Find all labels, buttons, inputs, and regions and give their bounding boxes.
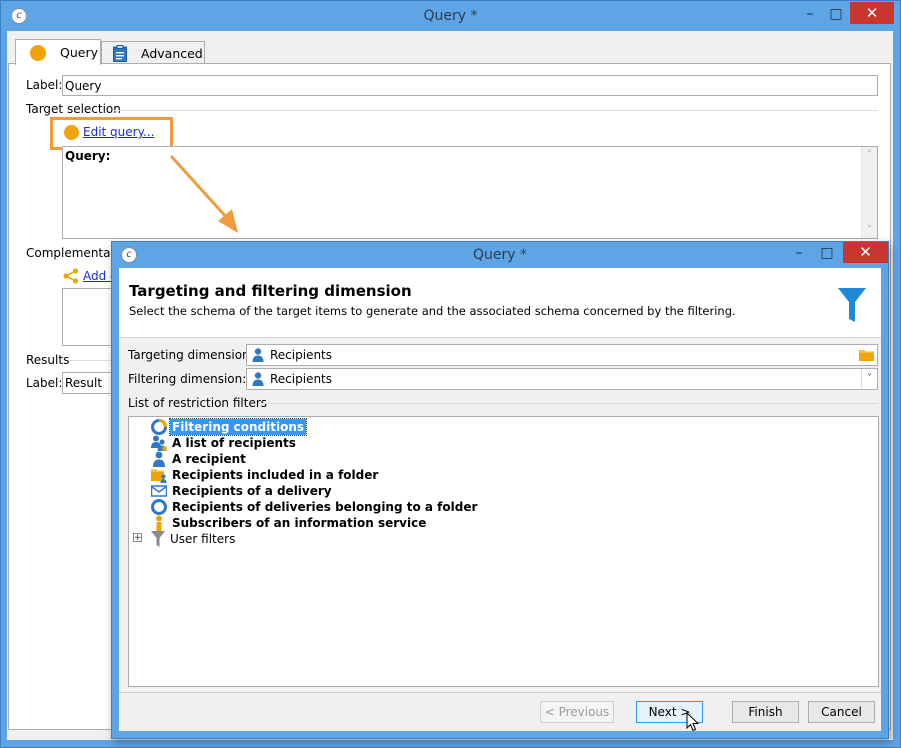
delivery-envelope-icon <box>151 485 167 497</box>
tab-advanced-label: Advanced <box>141 46 203 61</box>
filtering-dimension-label: Filtering dimension: <box>128 372 247 386</box>
query-box-label: Query: <box>65 149 111 163</box>
results-title: Results <box>26 353 70 367</box>
inner-client-area: Targeting and filtering dimension Select… <box>119 268 881 732</box>
tab-query-label: Query <box>60 45 98 60</box>
delivery-folder-icon <box>151 499 167 515</box>
recipient-icon <box>153 451 165 467</box>
query-box-scrollbar[interactable]: ˄ ˅ <box>861 147 877 238</box>
tab-query[interactable]: Query <box>15 39 101 65</box>
restriction-filters-tree[interactable]: Filtering conditions A list of recipient… <box>128 416 879 687</box>
folder-recipients-icon <box>151 469 167 483</box>
targeting-dimension-value: Recipients <box>270 348 333 362</box>
filter-item-label: Recipients of a delivery <box>172 484 332 498</box>
filter-item-label: Recipients included in a folder <box>172 468 379 482</box>
restriction-filters-separator <box>259 403 878 404</box>
inner-minimize-icon[interactable]: – <box>786 243 812 263</box>
filter-item-label: Recipients of deliveries belonging to a … <box>172 500 478 514</box>
recipient-list-icon <box>151 435 167 451</box>
result-label-caption: Label: <box>26 376 63 390</box>
maximize-icon[interactable]: □ <box>823 4 849 26</box>
orange-arrow-icon <box>169 154 238 233</box>
outer-window-title: Query * <box>423 8 478 24</box>
orange-circle-icon <box>30 45 46 61</box>
filters-tree-rows: Filtering conditions A list of recipient… <box>151 418 551 559</box>
target-selection-separator <box>114 110 878 111</box>
finish-button[interactable]: Finish <box>732 701 799 723</box>
complementary-box[interactable] <box>62 288 114 346</box>
clipboard-icon <box>113 45 127 62</box>
buttons-separator <box>119 692 881 693</box>
filter-item-label: Subscribers of an information service <box>172 516 427 530</box>
close-icon[interactable]: ✕ <box>850 2 894 24</box>
filtering-dimension-select[interactable]: Recipients ˅ <box>246 368 878 390</box>
label-caption: Label: <box>26 78 63 92</box>
previous-button[interactable]: < Previous <box>540 701 614 723</box>
inner-title-bar[interactable]: c Query * – □ ✕ <box>112 242 888 268</box>
outer-title-bar[interactable]: c Query * – □ ✕ <box>1 1 900 32</box>
targeting-dimension-field[interactable]: Recipients <box>246 344 878 366</box>
results-separator <box>68 360 112 361</box>
expand-plus-icon[interactable]: + <box>133 533 142 543</box>
minimize-icon[interactable]: – <box>797 4 823 26</box>
label-field[interactable]: Query <box>62 75 878 96</box>
inner-dialog-title: Query * <box>473 247 527 263</box>
folder-icon[interactable] <box>859 349 874 361</box>
user-filters-funnel-icon <box>151 531 165 547</box>
chevron-down-icon[interactable]: ˅ <box>861 369 877 389</box>
filter-item-label: User filters <box>170 532 236 546</box>
recipient-icon <box>252 372 264 386</box>
mouse-pointer-icon <box>686 712 700 732</box>
funnel-icon <box>838 288 866 322</box>
filtering-conditions-icon <box>151 419 167 435</box>
restriction-filters-title: List of restriction filters <box>128 396 268 410</box>
dialog-header-description: Select the schema of the target items to… <box>129 304 736 318</box>
label-field-value: Query <box>65 79 102 93</box>
recipient-icon <box>252 348 264 362</box>
filter-item-label: A list of recipients <box>172 436 296 450</box>
result-label-field[interactable]: Result <box>62 372 114 394</box>
targeting-dimension-label: Targeting dimension: <box>128 348 254 362</box>
filtering-dimension-value: Recipients <box>270 372 333 386</box>
dialog-header-title: Targeting and filtering dimension <box>129 282 412 300</box>
share-icon <box>63 268 79 284</box>
scroll-down-icon[interactable]: ˅ <box>862 223 877 237</box>
complementary-title: Complementary <box>26 246 123 260</box>
scroll-up-icon[interactable]: ˄ <box>862 148 877 162</box>
subscriber-icon <box>156 515 162 531</box>
filter-item-label: A recipient <box>172 452 246 466</box>
inner-close-icon[interactable]: ✕ <box>843 242 888 263</box>
tab-advanced[interactable]: Advanced <box>101 41 205 65</box>
target-selection-title: Target selection <box>26 102 121 116</box>
inner-maximize-icon[interactable]: □ <box>814 243 840 263</box>
filter-item-label: Filtering conditions <box>168 418 308 436</box>
cancel-button[interactable]: Cancel <box>808 701 875 723</box>
dialog-header: Targeting and filtering dimension Select… <box>119 268 881 338</box>
result-label-value: Result <box>65 376 103 390</box>
targeting-dialog: c Query * – □ ✕ Targeting and filtering … <box>111 241 889 739</box>
